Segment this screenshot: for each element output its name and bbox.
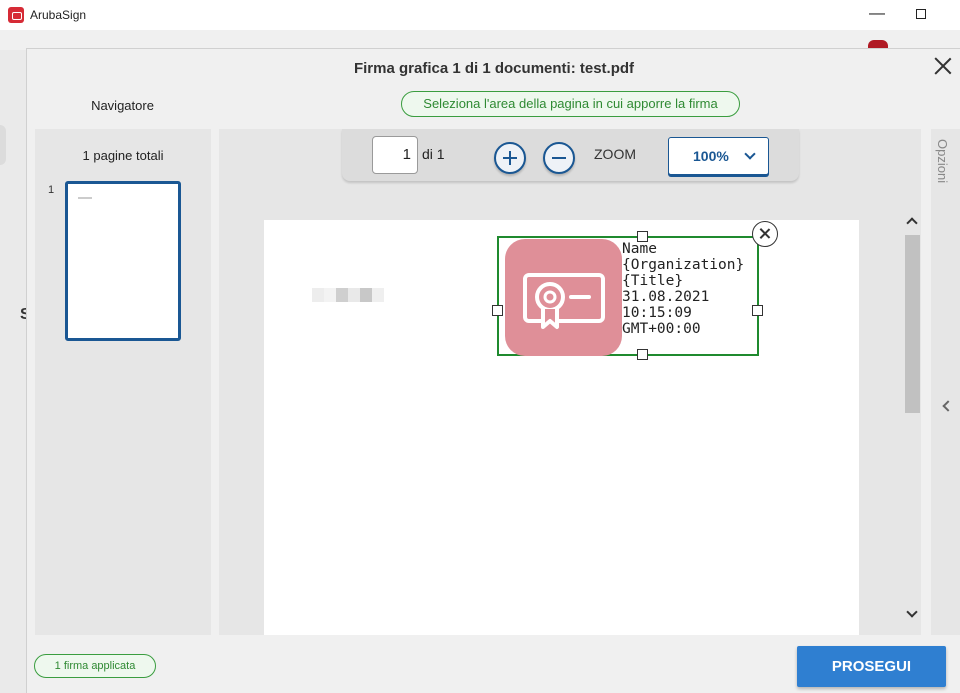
app-titlebar: ArubaSign — [0, 0, 960, 30]
resize-handle-bottom[interactable] [637, 349, 648, 360]
total-pages-label: 1 pagine totali [82, 148, 164, 163]
thumbnail-number: 1 [48, 184, 55, 196]
dialog-title: Firma grafica 1 di 1 documenti: test.pdf [353, 60, 635, 77]
navigator-panel: 1 pagine totali 1 [35, 129, 211, 635]
certificate-icon [505, 239, 622, 356]
scroll-up-icon[interactable] [906, 217, 918, 229]
pixelated-text [312, 288, 386, 302]
background-menubar [0, 30, 960, 50]
app-title: ArubaSign [30, 8, 87, 22]
signature-box[interactable]: Name {Organization} {Title} 31.08.2021 1… [492, 221, 778, 360]
proceed-button[interactable]: PROSEGUI [797, 646, 946, 687]
resize-handle-left[interactable] [492, 305, 503, 316]
document-page[interactable]: Name {Organization} {Title} 31.08.2021 1… [264, 220, 859, 635]
maximize-icon[interactable] [916, 9, 926, 19]
document-viewer: 1 di 1 ZOOM 100% Name {Organization} {Ti… [219, 129, 921, 635]
page-number-input[interactable]: 1 [372, 136, 418, 174]
options-panel[interactable]: Opzioni [931, 129, 960, 635]
page-thumbnail[interactable] [65, 181, 181, 341]
arubasign-logo-icon [8, 7, 24, 23]
chevron-down-icon [744, 148, 756, 160]
zoom-label: ZOOM [594, 146, 636, 162]
zoom-value: 100% [693, 148, 729, 164]
navigator-title: Navigatore [91, 98, 154, 113]
resize-handle-top[interactable] [637, 231, 648, 242]
zoom-out-button[interactable] [543, 142, 575, 174]
scroll-down-icon[interactable] [906, 606, 918, 618]
background-tab [0, 125, 6, 165]
chevron-left-icon[interactable] [942, 400, 954, 412]
hint-badge: Seleziona l'area della pagina in cui app… [401, 91, 740, 117]
applied-signature-badge: 1 firma applicata [34, 654, 156, 678]
resize-handle-right[interactable] [752, 305, 763, 316]
viewer-toolbar: 1 di 1 ZOOM 100% [342, 129, 799, 181]
scroll-thumb[interactable] [905, 235, 920, 413]
close-icon[interactable] [932, 55, 954, 77]
minimize-icon[interactable]: — [869, 5, 885, 23]
zoom-in-button[interactable] [494, 142, 526, 174]
page-count-label: di 1 [422, 146, 445, 162]
remove-signature-icon[interactable] [752, 221, 778, 247]
vertical-scrollbar[interactable] [903, 210, 921, 625]
background-panel [0, 50, 26, 693]
signature-dialog: Firma grafica 1 di 1 documenti: test.pdf… [26, 48, 960, 693]
zoom-select[interactable]: 100% [668, 137, 769, 175]
options-label[interactable]: Opzioni [935, 139, 950, 183]
signature-text: Name {Organization} {Title} 31.08.2021 1… [622, 241, 745, 337]
